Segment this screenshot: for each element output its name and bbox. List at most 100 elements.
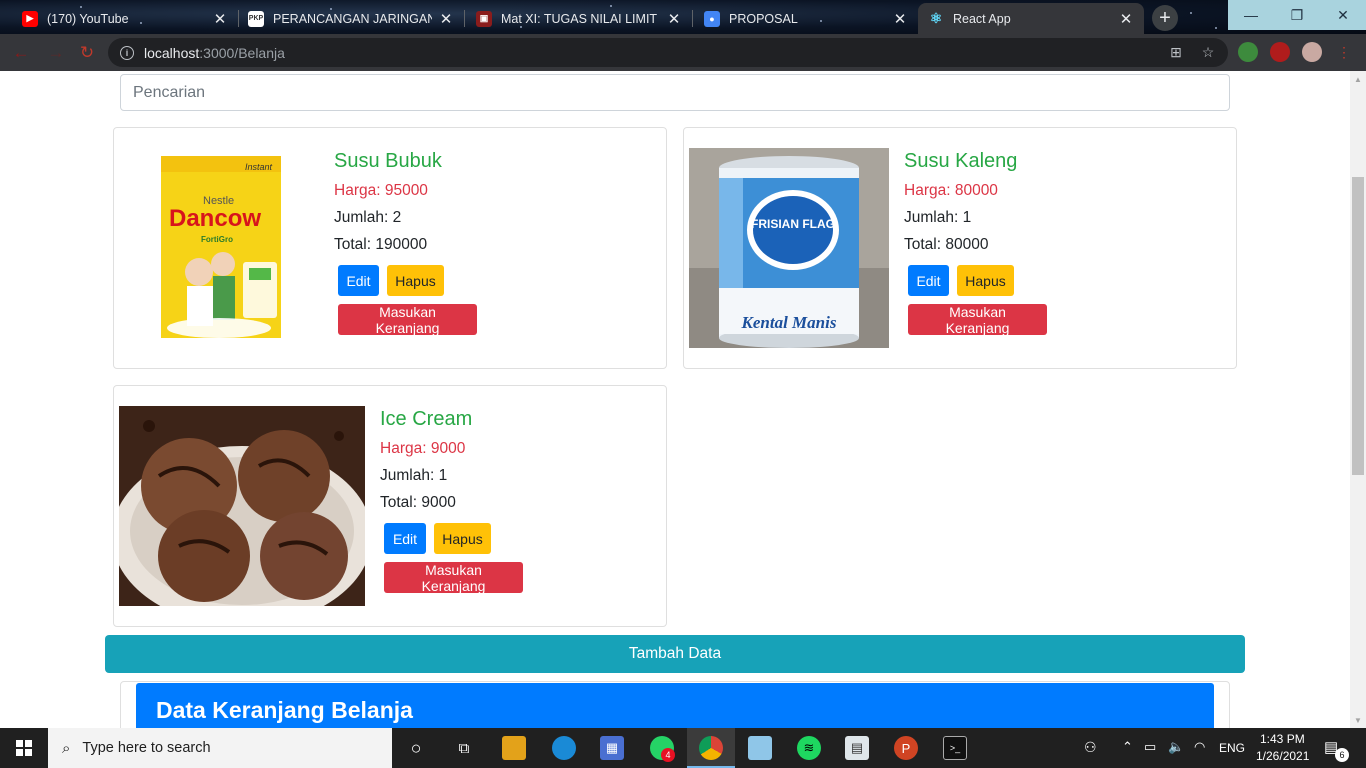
terminal-icon[interactable]: >_ — [943, 736, 967, 760]
browser-toolbar: ← → ↻ i localhost:3000/Belanja ⊞ ☆ ⋮ — [0, 34, 1366, 71]
address-bar[interactable]: i localhost:3000/Belanja — [108, 38, 1228, 67]
language-indicator[interactable]: ENG — [1219, 741, 1245, 755]
spotify-icon[interactable]: ≋ — [797, 736, 821, 760]
profile-avatar[interactable] — [1302, 42, 1322, 62]
add-data-button[interactable]: Tambah Data — [105, 635, 1245, 673]
product-name: Ice Cream — [380, 408, 473, 430]
youtube-icon: ▶ — [22, 10, 38, 27]
windows-start-button[interactable] — [0, 728, 48, 768]
tab-youtube[interactable]: ▶ (170) YouTube ✕ — [12, 3, 238, 34]
edit-button[interactable]: Edit — [908, 265, 949, 296]
info-icon[interactable]: i — [120, 45, 134, 60]
svg-text:Kental Manis: Kental Manis — [741, 313, 837, 332]
svg-text:FortiGro: FortiGro — [201, 235, 233, 244]
google-forms-icon: ● — [704, 10, 720, 27]
reload-icon[interactable]: ↻ — [75, 41, 99, 65]
delete-button[interactable]: Hapus — [957, 265, 1014, 296]
scrollbar-thumb[interactable] — [1352, 177, 1364, 475]
close-window-button[interactable]: ✕ — [1320, 0, 1366, 30]
product-price: Harga: 95000 — [334, 182, 428, 199]
back-icon[interactable]: ← — [9, 41, 33, 65]
svg-text:Instant: Instant — [245, 162, 273, 172]
product-card-susu-bubuk: Instant Nestle Dancow FortiGro Susu Bubu… — [113, 127, 667, 369]
product-quantity: Jumlah: 1 — [904, 209, 972, 226]
react-icon: ⚛ — [929, 10, 943, 26]
close-tab-icon[interactable]: ✕ — [892, 10, 908, 28]
url-path: :3000/Belanja — [199, 44, 285, 61]
product-quantity: Jumlah: 1 — [380, 467, 448, 484]
edit-button[interactable]: Edit — [338, 265, 379, 296]
close-tab-icon[interactable]: ✕ — [1118, 10, 1134, 28]
notification-count: 6 — [1335, 748, 1349, 762]
close-tab-icon[interactable]: ✕ — [212, 10, 228, 28]
close-tab-icon[interactable]: ✕ — [438, 10, 454, 28]
pkp-icon: PKP — [248, 10, 264, 27]
page-scrollbar[interactable]: ▲ ▼ — [1350, 71, 1366, 728]
page-content: Instant Nestle Dancow FortiGro Susu Bubu… — [0, 71, 1350, 728]
svg-text:Dancow: Dancow — [169, 205, 261, 232]
search-input[interactable] — [120, 74, 1230, 111]
task-view-icon[interactable]: ⧉ — [452, 736, 476, 760]
browser-tab-strip: ▶ (170) YouTube ✕ PKP PERANCANGAN JARING… — [0, 0, 1366, 34]
cart-title: Data Keranjang Belanja — [156, 697, 413, 723]
tab-mat-xi[interactable]: ▣ Mat XI: TUGAS NILAI LIMIT TA ✕ — [466, 3, 692, 34]
add-to-cart-button[interactable]: Masukan Keranjang — [384, 562, 523, 594]
extension-puzzle-icon[interactable] — [1270, 42, 1290, 62]
product-total: Total: 80000 — [904, 236, 989, 253]
volume-icon[interactable]: 🔈 — [1168, 739, 1184, 755]
product-price: Harga: 9000 — [380, 440, 466, 457]
new-tab-button[interactable]: + — [1152, 5, 1178, 31]
edge-icon[interactable] — [552, 736, 576, 760]
url-host: localhost — [144, 44, 200, 61]
add-to-cart-button[interactable]: Masukan Keranjang — [338, 304, 477, 336]
product-card-ice-cream: Ice Cream Harga: 9000 Jumlah: 1 Total: 9… — [113, 385, 667, 627]
extension-globe-icon[interactable] — [1238, 42, 1258, 62]
forward-icon[interactable]: → — [44, 41, 68, 65]
bookmark-star-icon[interactable]: ☆ — [1198, 42, 1218, 62]
tab-proposal[interactable]: ● PROPOSAL ✕ — [694, 3, 918, 34]
scroll-up-icon[interactable]: ▲ — [1350, 71, 1366, 87]
classroom-icon: ▣ — [476, 10, 492, 27]
powerpoint-icon[interactable]: P — [894, 736, 918, 760]
notes-app-icon[interactable]: ▤ — [845, 736, 869, 760]
tab-perancangan[interactable]: PKP PERANCANGAN JARINGAN KO ✕ — [238, 3, 464, 34]
clock-date[interactable]: 1/26/2021 — [1256, 749, 1309, 763]
minimize-button[interactable]: — — [1228, 0, 1274, 30]
product-name: Susu Bubuk — [334, 150, 442, 172]
taskbar-search-box[interactable]: ⌕ Type here to search — [48, 728, 392, 768]
edit-button[interactable]: Edit — [384, 523, 426, 554]
whatsapp-badge: 4 — [661, 748, 675, 762]
product-card-susu-kaleng: FRISIAN FLAG Kental Manis Susu Kaleng Ha… — [683, 127, 1237, 369]
add-to-cart-button[interactable]: Masukan Keranjang — [908, 304, 1047, 336]
product-image-ice-cream — [119, 406, 365, 606]
cart-header: Data Keranjang Belanja — [136, 683, 1214, 728]
people-icon[interactable]: ⚇ — [1084, 739, 1097, 756]
translate-icon[interactable]: ⊞ — [1166, 42, 1186, 62]
wifi-icon[interactable]: ◠ — [1194, 739, 1205, 755]
microsoft-store-icon[interactable]: ▦ — [600, 736, 624, 760]
cortana-icon[interactable]: ○ — [404, 736, 428, 760]
restore-button[interactable]: ❐ — [1274, 0, 1320, 30]
notepad-icon[interactable] — [748, 736, 772, 760]
clock-time[interactable]: 1:43 PM — [1260, 732, 1305, 746]
tab-react-app[interactable]: ⚛ React App ✕ — [918, 3, 1144, 34]
menu-kebab-icon[interactable]: ⋮ — [1334, 42, 1354, 62]
product-total: Total: 190000 — [334, 236, 428, 253]
product-name: Susu Kaleng — [904, 150, 1018, 172]
chrome-icon[interactable] — [699, 736, 723, 760]
file-explorer-icon[interactable] — [502, 736, 526, 760]
windows-logo-icon — [16, 740, 32, 756]
product-quantity: Jumlah: 2 — [334, 209, 402, 226]
show-hidden-icons[interactable]: ⌃ — [1122, 739, 1133, 755]
search-icon: ⌕ — [62, 739, 71, 757]
svg-text:FRISIAN FLAG: FRISIAN FLAG — [751, 217, 835, 231]
windows-taskbar: ⌕ Type here to search ○ ⧉ ▦ 4 ≋ ▤ P >_ ⚇… — [0, 728, 1366, 768]
delete-button[interactable]: Hapus — [387, 265, 444, 296]
scroll-down-icon[interactable]: ▼ — [1350, 712, 1366, 728]
product-image-dancow: Instant Nestle Dancow FortiGro — [159, 154, 283, 340]
delete-button[interactable]: Hapus — [434, 523, 491, 554]
product-image-frisian-flag: FRISIAN FLAG Kental Manis — [689, 148, 889, 348]
product-price: Harga: 80000 — [904, 182, 998, 199]
close-tab-icon[interactable]: ✕ — [666, 10, 682, 28]
battery-icon[interactable]: ▭ — [1144, 739, 1156, 755]
